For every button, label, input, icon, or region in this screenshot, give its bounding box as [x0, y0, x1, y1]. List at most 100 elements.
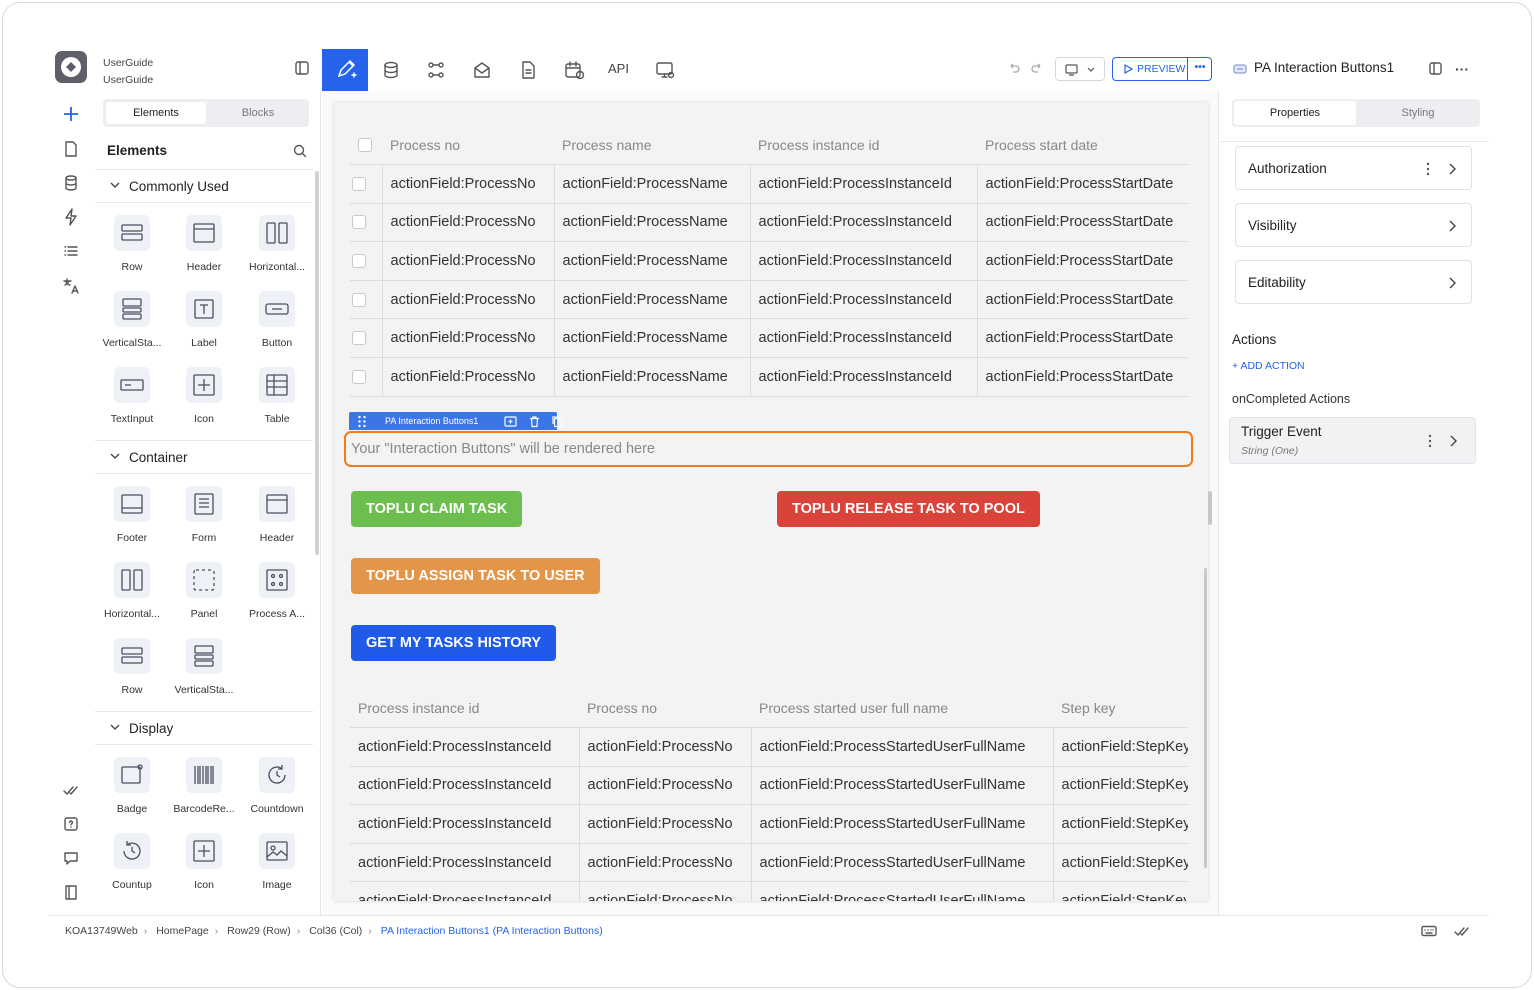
workflow-icon[interactable]	[425, 59, 447, 81]
row-checkbox[interactable]	[350, 164, 383, 204]
element-tile[interactable]: Countdown	[241, 757, 313, 827]
breadcrumb-item[interactable]: HomePage	[156, 925, 209, 937]
redo-icon[interactable]	[1030, 61, 1044, 75]
row-checkbox[interactable]	[350, 357, 383, 397]
element-tile[interactable]: Process A...	[241, 562, 313, 632]
add-child-icon[interactable]	[504, 415, 517, 428]
element-tile[interactable]: Horizontal...	[96, 562, 168, 632]
kebab-icon[interactable]	[1426, 162, 1430, 176]
visibility-card[interactable]: Visibility	[1235, 203, 1472, 247]
claim-task-button[interactable]: TOPLU CLAIM TASK	[351, 491, 523, 527]
table-row[interactable]: actionField:ProcessInstanceIdactionField…	[350, 881, 1188, 901]
more-button[interactable]: •••	[1187, 58, 1212, 80]
data-source-icon[interactable]	[380, 59, 402, 81]
table-row[interactable]: actionField:ProcessNo actionField:Process…	[350, 318, 1188, 359]
panel-more-icon[interactable]: ···	[1455, 61, 1469, 77]
section-container[interactable]: Container	[95, 440, 313, 474]
table-row[interactable]: actionField:ProcessNo actionField:Process…	[350, 203, 1188, 243]
scheduler-icon[interactable]	[563, 59, 585, 81]
column-header[interactable]: Process instance id	[350, 689, 579, 729]
tab-elements[interactable]: Elements	[106, 102, 206, 124]
keyboard-icon[interactable]	[1421, 925, 1437, 937]
table-row[interactable]: actionField:ProcessInstanceIdactionField…	[350, 804, 1188, 844]
element-tile[interactable]: Label	[168, 291, 240, 361]
element-tile[interactable]: Panel	[168, 562, 240, 632]
resize-handle[interactable]	[1208, 491, 1212, 525]
breadcrumb-current[interactable]: PA Interaction Buttons1 (PA Interaction …	[381, 925, 603, 937]
api-tab[interactable]: API	[608, 61, 629, 76]
chat-icon[interactable]	[61, 848, 81, 868]
column-header[interactable]: Process started user full name	[751, 689, 1053, 729]
search-icon[interactable]	[293, 144, 307, 158]
select-all-checkbox[interactable]	[350, 126, 382, 166]
element-tile[interactable]: Countup	[96, 833, 168, 903]
table-row[interactable]: actionField:ProcessNo actionField:Process…	[350, 241, 1188, 281]
page-icon[interactable]	[61, 139, 81, 159]
section-display[interactable]: Display	[95, 711, 313, 745]
tasks-history-button[interactable]: GET MY TASKS HISTORY	[351, 625, 557, 661]
table-row[interactable]: actionField:ProcessNo actionField:Process…	[350, 280, 1188, 320]
row-checkbox[interactable]	[350, 241, 383, 281]
column-header[interactable]: Process start date	[977, 126, 1188, 166]
check-status-icon[interactable]	[1453, 924, 1471, 938]
element-tile[interactable]: Horizontal...	[241, 215, 313, 285]
app-logo[interactable]	[55, 51, 87, 83]
row-checkbox[interactable]	[350, 318, 383, 359]
element-tile[interactable]: Footer	[96, 486, 168, 556]
screen-settings-icon[interactable]	[654, 59, 676, 81]
bolt-icon[interactable]	[61, 207, 81, 227]
element-tile[interactable]: Button	[241, 291, 313, 361]
copy-icon[interactable]	[551, 415, 564, 428]
element-tile[interactable]: Badge	[96, 757, 168, 827]
table-row[interactable]: actionField:ProcessInstanceIdactionField…	[350, 727, 1188, 767]
element-tile[interactable]: Icon	[168, 367, 240, 437]
dock-panel-icon[interactable]	[1429, 62, 1442, 75]
tab-styling[interactable]: Styling	[1358, 101, 1478, 125]
list-icon[interactable]	[61, 241, 81, 261]
release-task-button[interactable]: TOPLU RELEASE TASK TO POOL	[777, 491, 1040, 527]
element-tile[interactable]: Image	[241, 833, 313, 903]
design-tool-button[interactable]	[322, 49, 368, 91]
assign-task-button[interactable]: TOPLU ASSIGN TASK TO USER	[351, 558, 600, 594]
collapse-panel-icon[interactable]	[295, 61, 309, 75]
translate-icon[interactable]	[61, 276, 81, 296]
plus-icon[interactable]	[61, 104, 81, 124]
column-header[interactable]: Step key	[1053, 689, 1188, 729]
column-header[interactable]: Process name	[554, 126, 750, 166]
double-check-icon[interactable]	[61, 780, 81, 800]
section-commonly-used[interactable]: Commonly Used	[95, 169, 313, 203]
element-tile[interactable]: Icon	[168, 833, 240, 903]
table-row[interactable]: actionField:ProcessNo actionField:Process…	[350, 357, 1188, 397]
breadcrumb-item[interactable]: Col36 (Col)	[309, 925, 362, 937]
mail-icon[interactable]	[471, 59, 493, 81]
add-action-link[interactable]: + ADD ACTION	[1232, 360, 1305, 372]
editability-card[interactable]: Editability	[1235, 260, 1472, 304]
element-tile[interactable]: Form	[168, 486, 240, 556]
document-icon[interactable]	[517, 59, 539, 81]
row-checkbox[interactable]	[350, 280, 383, 320]
table-row[interactable]: actionField:ProcessNo actionField:Process…	[350, 164, 1188, 204]
kebab-icon[interactable]	[1428, 434, 1432, 448]
canvas-scrollbar[interactable]	[1204, 568, 1207, 868]
tab-properties[interactable]: Properties	[1234, 101, 1356, 125]
selection-toolbar[interactable]: PA Interaction Buttons1	[349, 412, 563, 430]
element-tile[interactable]: Table	[241, 367, 313, 437]
tab-blocks[interactable]: Blocks	[209, 102, 307, 124]
table-row[interactable]: actionField:ProcessInstanceIdactionField…	[350, 843, 1188, 883]
breadcrumb-item[interactable]: KOA13749Web	[65, 925, 138, 937]
column-header[interactable]: Process instance id	[750, 126, 977, 166]
row-checkbox[interactable]	[350, 203, 383, 243]
element-tile[interactable]: Row	[96, 638, 168, 708]
element-tile[interactable]: Header	[241, 486, 313, 556]
database-icon[interactable]	[61, 173, 81, 193]
authorization-card[interactable]: Authorization	[1235, 146, 1472, 190]
breadcrumb-item[interactable]: Row29 (Row)	[227, 925, 291, 937]
column-header[interactable]: Process no	[579, 689, 751, 729]
device-select[interactable]	[1055, 57, 1105, 81]
help-icon[interactable]	[61, 814, 81, 834]
undo-icon[interactable]	[1007, 61, 1021, 75]
element-tile[interactable]: BarcodeRe...	[168, 757, 240, 827]
panel-scrollbar[interactable]	[315, 171, 319, 555]
element-tile[interactable]: VerticalSta...	[96, 291, 168, 361]
column-header[interactable]: Process no	[382, 126, 554, 166]
